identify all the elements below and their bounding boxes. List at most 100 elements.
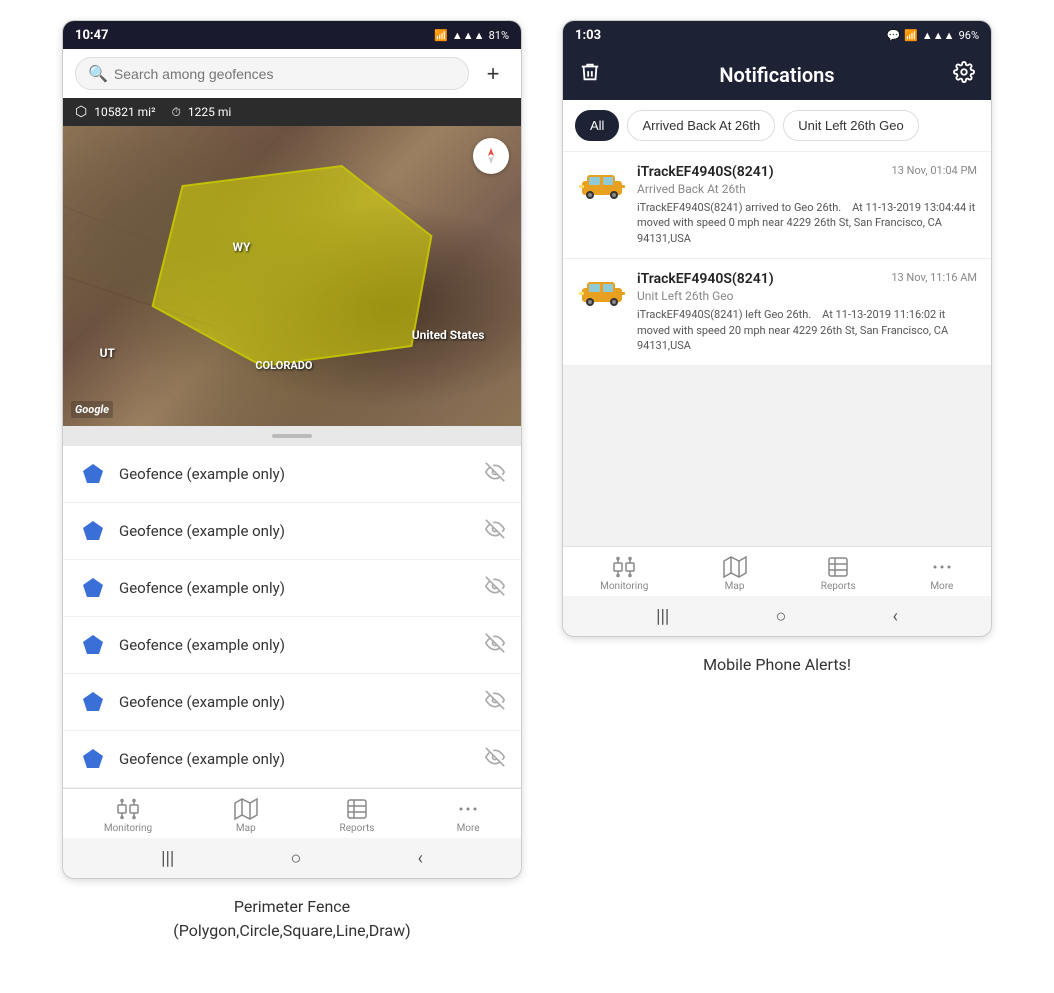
scroll-indicator <box>63 426 521 446</box>
geofence-icon-3 <box>79 574 107 602</box>
notification-item-2[interactable]: iTrackEF4940S(8241) 13 Nov, 11:16 AM Uni… <box>563 259 991 366</box>
car-icon-1 <box>577 167 627 201</box>
compass-icon <box>481 146 501 166</box>
geofence-icon-5 <box>79 688 107 716</box>
nav-label-reports-right: Reports <box>821 581 856 592</box>
pentagon-icon-6 <box>81 747 105 771</box>
notif-vehicle-2: iTrackEF4940S(8241) <box>637 271 774 287</box>
notif-time-2: 13 Nov, 11:16 AM <box>891 271 977 284</box>
search-bar: 🔍 + <box>63 49 521 98</box>
empty-notification-area <box>563 366 991 546</box>
geofence-item-5[interactable]: Geofence (example only) <box>63 674 521 731</box>
geofence-icon-2 <box>79 517 107 545</box>
notif-event-1: Arrived Back At 26th <box>637 182 977 196</box>
nav-more-left[interactable]: More <box>456 797 480 834</box>
geofence-icon-6 <box>79 745 107 773</box>
geofence-item-2[interactable]: Geofence (example only) <box>63 503 521 560</box>
left-status-bar: 10:47 📶 ▲▲▲ 81% <box>63 21 521 49</box>
pentagon-icon-3 <box>81 576 105 600</box>
left-android-nav: ||| ○ ‹ <box>63 838 521 878</box>
android-back-btn-right[interactable]: ‹ <box>892 606 897 627</box>
notification-item-1[interactable]: iTrackEF4940S(8241) 13 Nov, 01:04 PM Arr… <box>563 152 991 259</box>
trash-icon <box>579 61 601 83</box>
right-caption: Mobile Phone Alerts! <box>703 653 851 677</box>
android-menu-btn-right[interactable]: ||| <box>656 606 669 627</box>
pentagon-icon-2 <box>81 519 105 543</box>
compass-button[interactable] <box>473 138 509 174</box>
map-label-ut: UT <box>100 346 115 360</box>
gear-icon <box>953 61 975 83</box>
notif-vehicle-1: iTrackEF4940S(8241) <box>637 164 774 180</box>
left-phone: 10:47 📶 ▲▲▲ 81% 🔍 + ⬡ 105821 mi² ⏱ 122 <box>62 20 522 879</box>
map-area[interactable]: WY UT COLORADO United States Google <box>63 126 521 426</box>
nav-label-more-left: More <box>457 823 480 834</box>
delete-icon[interactable] <box>579 61 601 88</box>
geofence-list: Geofence (example only) Geofence (exampl… <box>63 446 521 788</box>
battery-icon: 81% <box>489 29 509 42</box>
nav-reports-right[interactable]: Reports <box>821 555 856 592</box>
eye-off-icon-3[interactable] <box>485 576 505 601</box>
filter-tab-left[interactable]: Unit Left 26th Geo <box>783 110 919 141</box>
notif-detail-1: iTrackEF4940S(8241) arrived to Geo 26th.… <box>637 200 977 246</box>
android-home-btn-right[interactable]: ○ <box>775 606 786 627</box>
notif-content-2: iTrackEF4940S(8241) 13 Nov, 11:16 AM Uni… <box>637 271 977 353</box>
right-status-bar: 1:03 💬 📶 ▲▲▲ 96% <box>563 21 991 49</box>
nav-more-right[interactable]: More <box>930 555 954 592</box>
notifications-header: Notifications <box>563 49 991 100</box>
android-home-btn-left[interactable]: ○ <box>290 848 301 869</box>
eye-off-icon-4[interactable] <box>485 633 505 658</box>
nav-map-left[interactable]: Map <box>234 797 258 834</box>
message-icon: 💬 <box>887 29 901 42</box>
wifi-icon-right: 📶 <box>904 29 918 42</box>
eye-off-icon-5[interactable] <box>485 690 505 715</box>
notif-top-row-2: iTrackEF4940S(8241) 13 Nov, 11:16 AM <box>637 271 977 287</box>
geofence-name-2: Geofence (example only) <box>119 522 473 540</box>
filter-tab-all[interactable]: All <box>575 110 619 141</box>
eye-off-icon-6[interactable] <box>485 747 505 772</box>
car-icon-wrap-1 <box>577 164 627 204</box>
nav-reports-left[interactable]: Reports <box>340 797 375 834</box>
geofence-item-3[interactable]: Geofence (example only) <box>63 560 521 617</box>
geofence-icon-1 <box>79 460 107 488</box>
right-time: 1:03 <box>575 28 601 43</box>
notifications-title: Notifications <box>719 63 834 87</box>
signal-icon: ▲▲▲ <box>452 29 485 42</box>
settings-icon[interactable] <box>953 61 975 88</box>
nav-map-right[interactable]: Map <box>723 555 747 592</box>
area-stat: ⬡ 105821 mi² <box>75 104 156 120</box>
geofence-icon-4 <box>79 631 107 659</box>
search-input[interactable] <box>114 66 456 82</box>
geofence-item-6[interactable]: Geofence (example only) <box>63 731 521 788</box>
map-icon-left <box>234 797 258 821</box>
map-icon-right <box>723 555 747 579</box>
battery-icon-right: 96% <box>959 29 979 42</box>
notif-detail-2: iTrackEF4940S(8241) left Geo 26th. At 11… <box>637 307 977 353</box>
left-phone-container: 10:47 📶 ▲▲▲ 81% 🔍 + ⬡ 105821 mi² ⏱ 122 <box>62 20 522 943</box>
geofence-item-1[interactable]: Geofence (example only) <box>63 446 521 503</box>
notif-content-1: iTrackEF4940S(8241) 13 Nov, 01:04 PM Arr… <box>637 164 977 246</box>
nav-label-reports-left: Reports <box>340 823 375 834</box>
left-bottom-nav: Monitoring Map Reports <box>63 788 521 838</box>
right-android-nav: ||| ○ ‹ <box>563 596 991 636</box>
geofence-item-4[interactable]: Geofence (example only) <box>63 617 521 674</box>
add-geofence-button[interactable]: + <box>477 58 509 90</box>
car-icon-2 <box>577 274 627 308</box>
right-bottom-nav: Monitoring Map Reports <box>563 546 991 596</box>
google-logo: Google <box>71 401 113 418</box>
search-input-wrap[interactable]: 🔍 <box>75 57 469 90</box>
nav-monitoring-right[interactable]: Monitoring <box>600 555 648 592</box>
reports-icon-left <box>345 797 369 821</box>
eye-off-icon-1[interactable] <box>485 462 505 487</box>
notif-top-row-1: iTrackEF4940S(8241) 13 Nov, 01:04 PM <box>637 164 977 180</box>
android-back-btn-left[interactable]: ‹ <box>417 848 422 869</box>
right-status-icons: 💬 📶 ▲▲▲ 96% <box>887 29 980 42</box>
nav-monitoring-left[interactable]: Monitoring <box>104 797 152 834</box>
geofence-name-4: Geofence (example only) <box>119 636 473 654</box>
eye-off-icon-2[interactable] <box>485 519 505 544</box>
right-phone: 1:03 💬 📶 ▲▲▲ 96% Notifications <box>562 20 992 637</box>
filter-tab-arrived[interactable]: Arrived Back At 26th <box>627 110 775 141</box>
android-menu-btn-left[interactable]: ||| <box>161 848 174 869</box>
nav-label-map-right: Map <box>725 581 745 592</box>
geofence-name-1: Geofence (example only) <box>119 465 473 483</box>
notification-list: iTrackEF4940S(8241) 13 Nov, 01:04 PM Arr… <box>563 152 991 546</box>
